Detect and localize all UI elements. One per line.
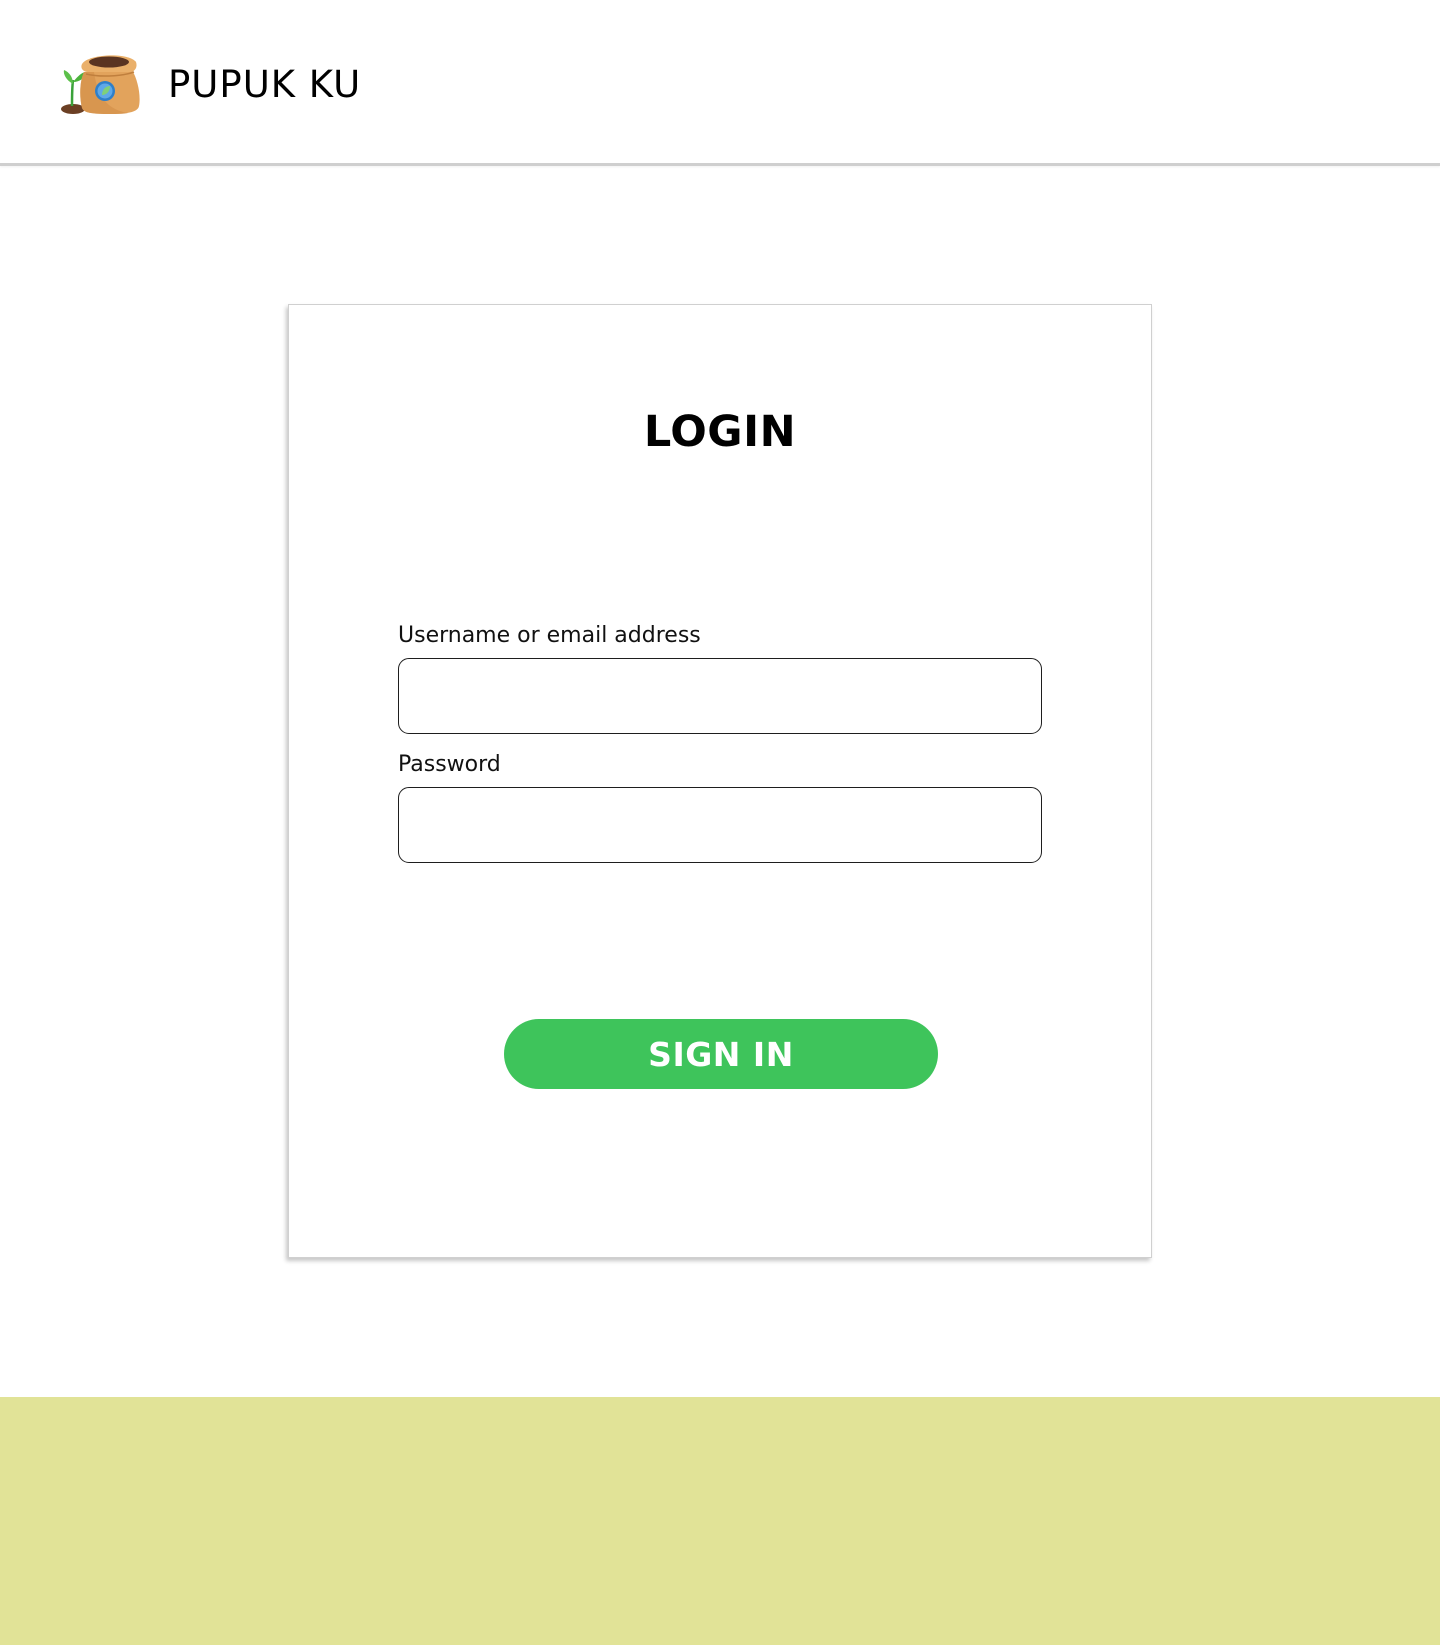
brand-name: PUPUK KU bbox=[168, 62, 362, 106]
brand[interactable]: PUPUK KU bbox=[58, 50, 361, 116]
username-input[interactable] bbox=[398, 658, 1042, 734]
password-input[interactable] bbox=[398, 787, 1042, 863]
footer-band bbox=[0, 1397, 1440, 1645]
login-card: LOGIN Username or email address Password… bbox=[288, 304, 1152, 1258]
password-label: Password bbox=[398, 752, 501, 777]
sign-in-button[interactable]: SIGN IN bbox=[504, 1019, 938, 1089]
fertilizer-sack-icon bbox=[61, 55, 140, 114]
login-title: LOGIN bbox=[643, 407, 797, 457]
site-header: PUPUK KU bbox=[0, 0, 1440, 166]
username-label: Username or email address bbox=[398, 623, 701, 648]
